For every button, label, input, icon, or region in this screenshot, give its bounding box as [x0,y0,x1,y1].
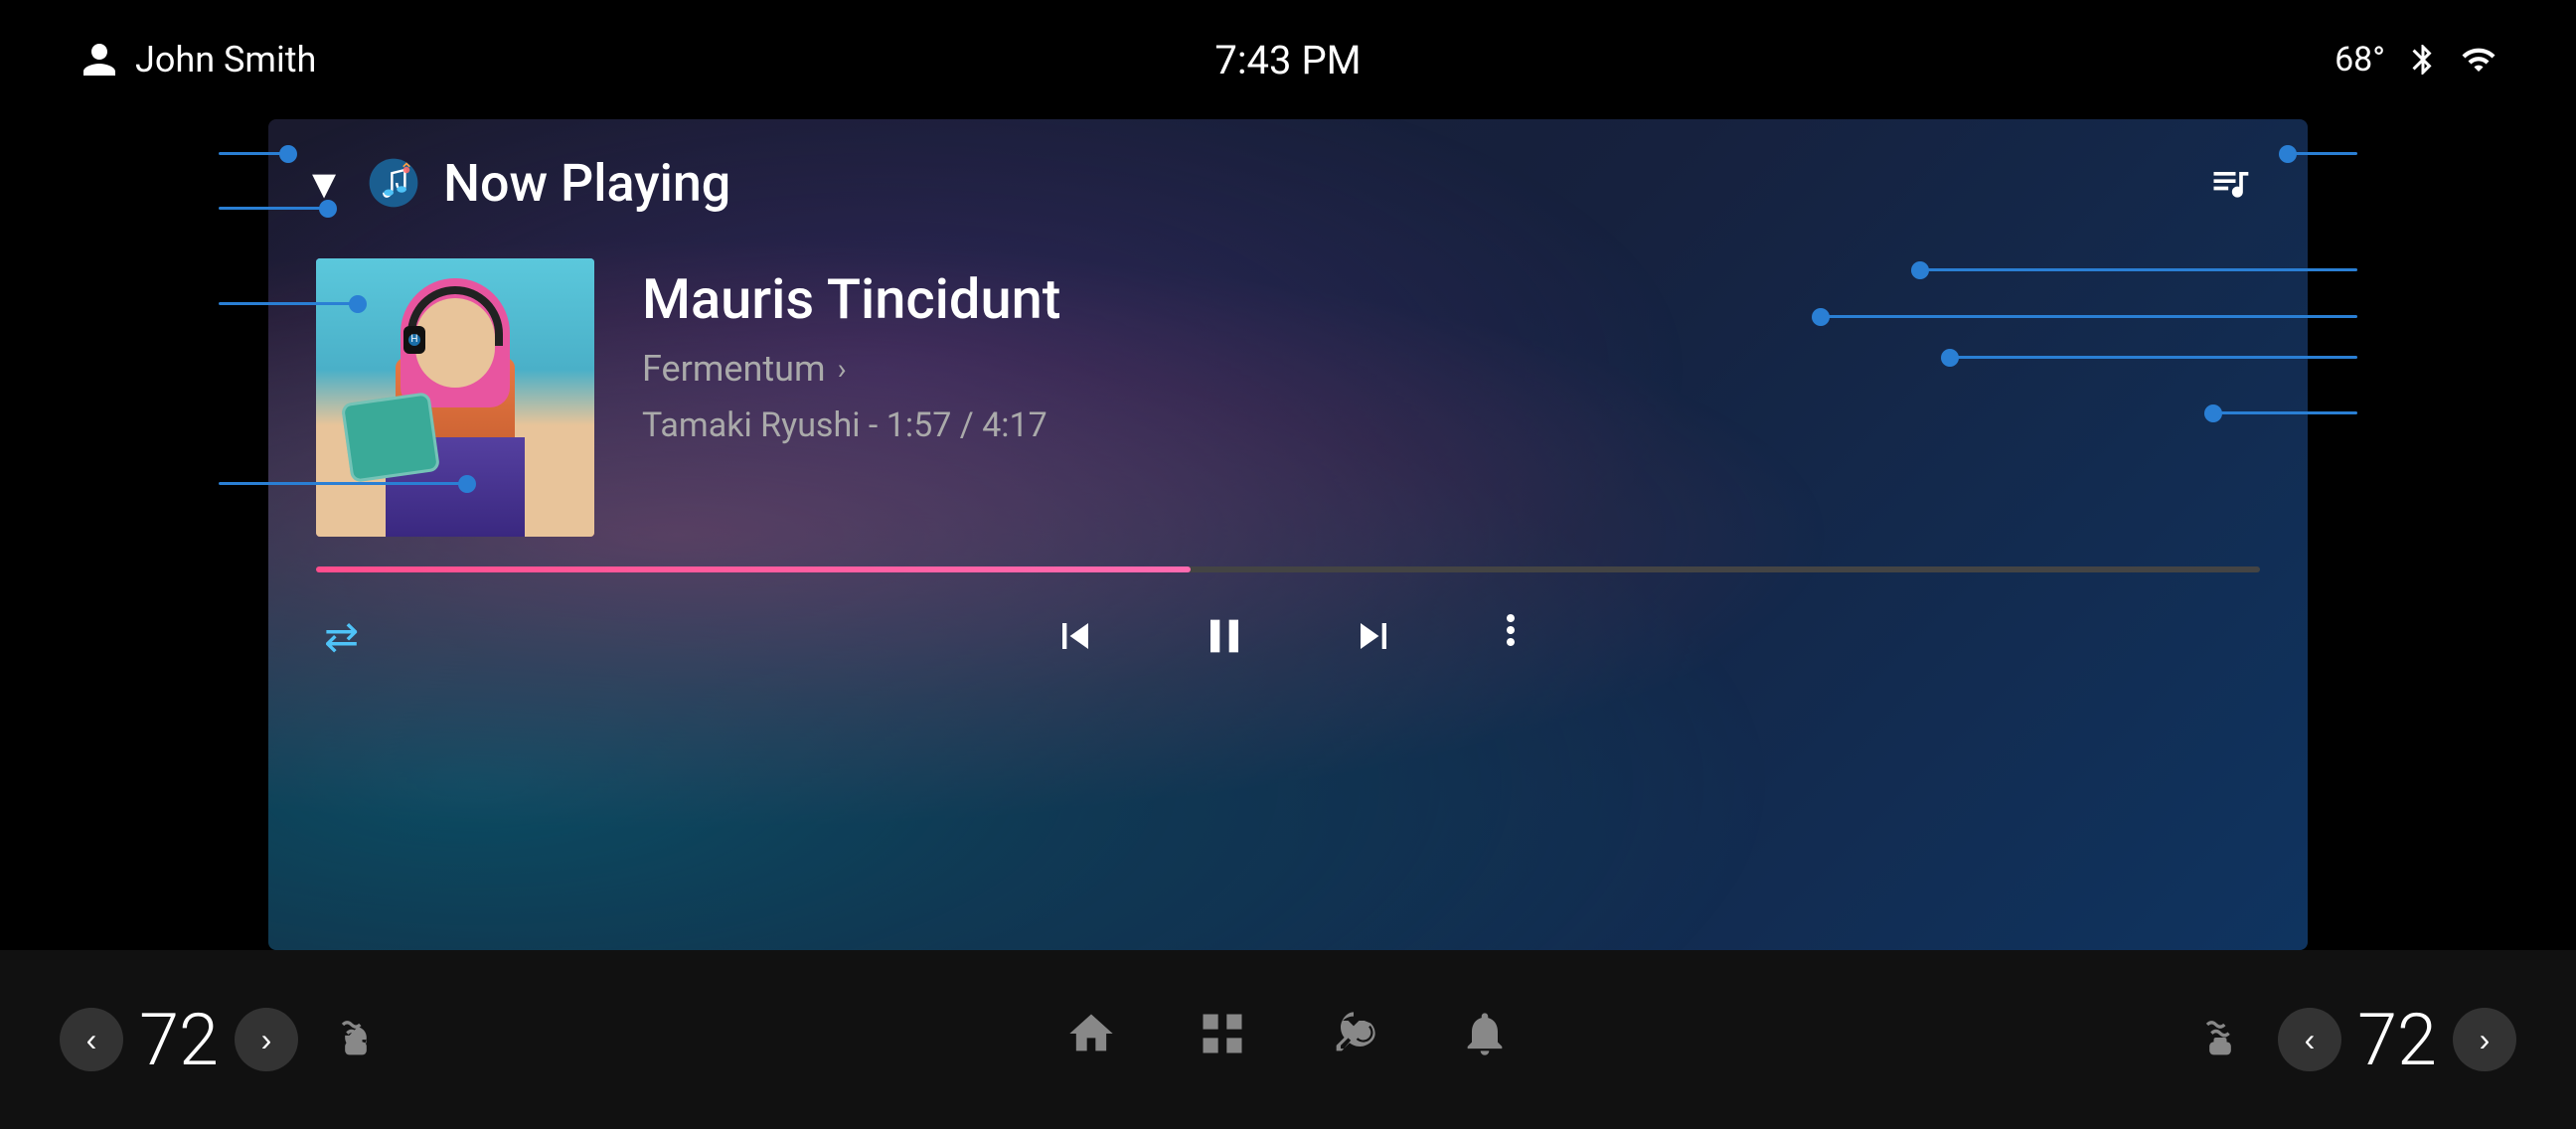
track-album[interactable]: Fermentum › [642,348,2260,390]
fan-button[interactable] [1328,1008,1379,1071]
now-playing-title: Now Playing [443,153,730,214]
card-header: ▾ Now Playing [268,119,2308,239]
right-temp-value: 72 [2357,998,2437,1082]
slider-line-9[interactable] [2213,411,2357,414]
music-app-icon [368,157,419,209]
right-temp-decrease[interactable]: ‹ [2278,1008,2341,1071]
signal-icon [2461,42,2496,78]
slider-dot-3[interactable] [349,295,367,313]
pause-button[interactable] [1189,600,1260,672]
bluetooth-icon [2405,42,2441,78]
slider-line-3[interactable] [219,302,358,305]
left-temp-control: ‹ 72 › [60,998,382,1082]
status-bar: John Smith 7:43 PM 68° [0,0,2576,119]
user-info: John Smith [80,39,316,81]
track-info: Mauris Tincidunt Fermentum › Tamaki Ryus… [642,258,2260,445]
previous-button[interactable] [1042,602,1109,670]
nav-icons [1065,1008,1511,1071]
bell-button[interactable] [1459,1008,1511,1071]
slider-line-5[interactable] [2288,152,2357,155]
slider-line-4[interactable] [219,482,467,485]
grid-button[interactable] [1197,1008,1248,1071]
slider-line-1[interactable] [219,152,288,155]
track-title: Mauris Tincidunt [642,266,2260,332]
status-icons: 68° [2334,40,2496,80]
slider-line-8[interactable] [1950,356,2357,359]
controls-center [1042,600,1534,672]
status-time: 7:43 PM [1214,37,1361,83]
left-temp-increase[interactable]: › [235,1008,298,1071]
repeat-button[interactable]: ⇄ [316,604,367,669]
header-right [2200,153,2260,213]
slider-dot-4[interactable] [458,475,476,493]
right-temp-control: ‹ 72 › [2194,998,2516,1082]
slider-dot-9[interactable] [2204,404,2222,422]
slider-line-6[interactable] [1920,268,2357,271]
album-chevron: › [838,352,847,387]
right-temp-increase[interactable]: › [2453,1008,2516,1071]
track-artist-time: Tamaki Ryushi - 1:57 / 4:17 [642,405,2260,445]
controls-left: ⇄ [316,604,367,669]
playback-controls: ⇄ [268,572,2308,692]
next-button[interactable] [1340,602,1407,670]
slider-dot-7[interactable] [1812,308,1830,326]
temperature-display: 68° [2334,40,2385,80]
slider-dot-1[interactable] [279,145,297,163]
left-temp-decrease[interactable]: ‹ [60,1008,123,1071]
header-left: ▾ Now Playing [304,147,730,219]
home-button[interactable] [1065,1008,1117,1071]
bottom-bar: ‹ 72 › [0,950,2576,1129]
card-content: H Mauris Tincidunt Fermentum › Tamaki Ry… [268,239,2308,537]
queue-button[interactable] [2200,153,2260,213]
slider-dot-8[interactable] [1941,349,1959,367]
user-name: John Smith [135,39,316,81]
slider-dot-2[interactable] [319,200,337,218]
slider-line-2[interactable] [219,207,328,210]
left-seat-heat[interactable] [330,1012,382,1067]
more-options-button[interactable] [1487,606,1534,666]
slider-dot-5[interactable] [2279,145,2297,163]
main-card: ▾ Now Playing [268,119,2308,950]
left-temp-value: 72 [139,998,219,1082]
slider-dot-6[interactable] [1911,261,1929,279]
slider-line-7[interactable] [1821,315,2357,318]
right-seat-heat[interactable] [2194,1012,2246,1067]
user-icon [80,40,119,80]
progress-container[interactable] [268,537,2308,572]
